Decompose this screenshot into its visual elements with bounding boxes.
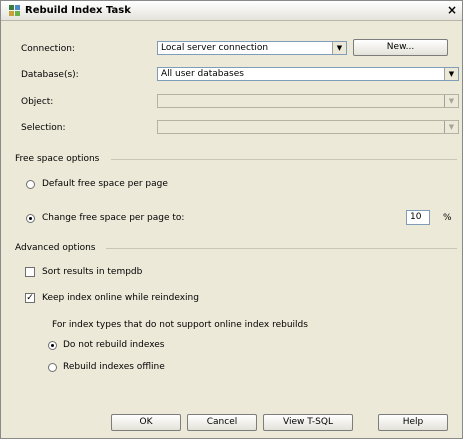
window-title: Rebuild Index Task bbox=[25, 5, 131, 16]
close-icon[interactable]: × bbox=[445, 3, 459, 17]
connection-value: Local server connection bbox=[161, 43, 269, 53]
cancel-button[interactable]: Cancel bbox=[187, 414, 257, 431]
databases-label: Database(s): bbox=[21, 70, 79, 80]
chevron-down-icon[interactable]: ▼ bbox=[332, 42, 346, 54]
sort-tempdb-checkbox[interactable] bbox=[25, 267, 35, 277]
do-not-rebuild-label: Do not rebuild indexes bbox=[63, 340, 165, 350]
percent-unit-label: % bbox=[443, 213, 452, 223]
advanced-divider bbox=[106, 248, 457, 249]
free-space-divider bbox=[111, 159, 457, 160]
connection-dropdown[interactable]: Local server connection ▼ bbox=[157, 41, 347, 55]
databases-dropdown[interactable]: All user databases ▼ bbox=[157, 67, 459, 81]
default-free-space-label: Default free space per page bbox=[42, 179, 168, 189]
change-free-space-label: Change free space per page to: bbox=[42, 213, 185, 223]
keep-online-label: Keep index online while reindexing bbox=[42, 293, 199, 303]
task-icon bbox=[9, 5, 20, 16]
rebuild-offline-label: Rebuild indexes offline bbox=[63, 362, 165, 372]
view-tsql-button[interactable]: View T-SQL bbox=[263, 414, 353, 431]
rebuild-offline-radio[interactable] bbox=[48, 363, 57, 372]
object-dropdown: ▼ bbox=[157, 94, 459, 108]
free-space-percent-input[interactable]: 10 bbox=[406, 210, 430, 225]
chevron-down-icon[interactable]: ▼ bbox=[444, 68, 458, 80]
title-bar: Rebuild Index Task × bbox=[1, 1, 462, 21]
keep-online-checkbox[interactable]: ✓ bbox=[25, 293, 35, 303]
selection-dropdown: ▼ bbox=[157, 120, 459, 134]
new-connection-button[interactable]: New... bbox=[353, 39, 448, 56]
default-free-space-radio[interactable] bbox=[26, 180, 35, 189]
ok-button[interactable]: OK bbox=[111, 414, 181, 431]
checkmark-icon: ✓ bbox=[26, 293, 34, 303]
chevron-down-icon: ▼ bbox=[444, 95, 458, 107]
help-button[interactable]: Help bbox=[378, 414, 448, 431]
object-label: Object: bbox=[21, 97, 54, 107]
databases-value: All user databases bbox=[161, 69, 244, 79]
sort-tempdb-label: Sort results in tempdb bbox=[42, 267, 143, 277]
online-rebuild-note: For index types that do not support onli… bbox=[52, 320, 308, 330]
change-free-space-radio[interactable] bbox=[26, 214, 35, 223]
connection-label: Connection: bbox=[21, 44, 75, 54]
selection-label: Selection: bbox=[21, 123, 66, 133]
free-space-section-label: Free space options bbox=[15, 154, 100, 164]
advanced-section-label: Advanced options bbox=[15, 243, 96, 253]
chevron-down-icon: ▼ bbox=[444, 121, 458, 133]
rebuild-index-dialog: Rebuild Index Task × Connection: Local s… bbox=[0, 0, 463, 439]
do-not-rebuild-radio[interactable] bbox=[48, 341, 57, 350]
